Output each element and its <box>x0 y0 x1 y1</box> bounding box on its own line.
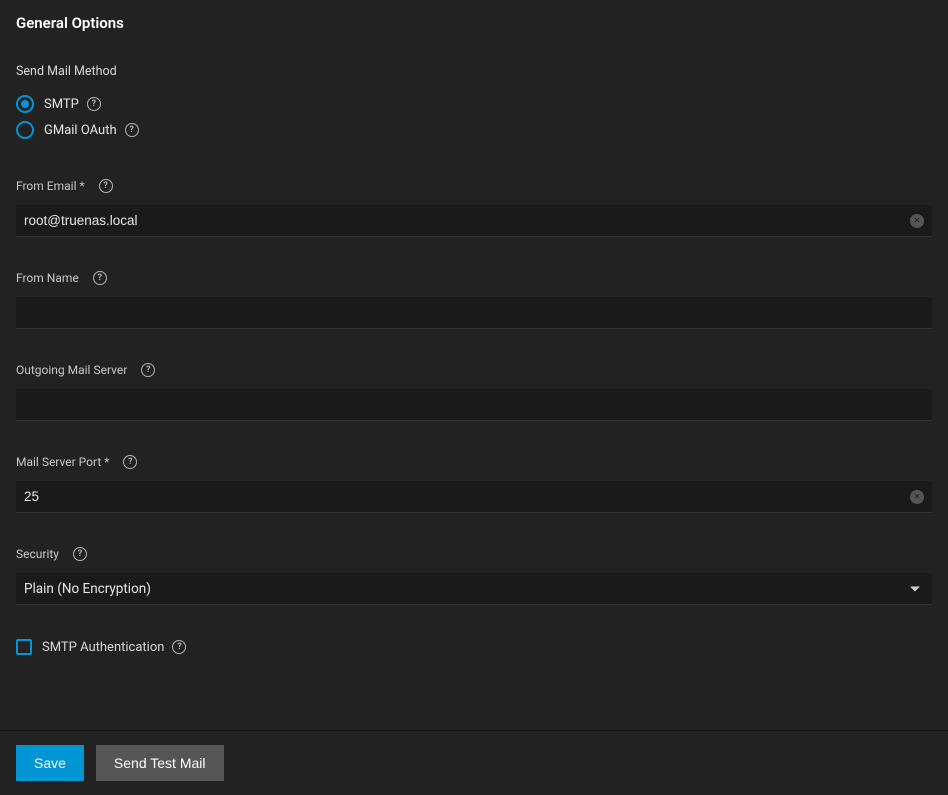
footer: Save Send Test Mail <box>0 730 948 795</box>
clear-icon[interactable] <box>910 214 924 228</box>
radio-icon <box>16 95 34 113</box>
from-email-input[interactable] <box>16 205 932 237</box>
help-icon[interactable] <box>93 271 107 285</box>
page-title: General Options <box>16 14 932 32</box>
help-icon[interactable] <box>99 179 113 193</box>
send-method-group: SMTP GMail OAuth <box>16 91 932 143</box>
radio-icon <box>16 121 34 139</box>
chevron-down-icon <box>910 587 920 592</box>
outgoing-server-label: Outgoing Mail Server <box>16 363 127 377</box>
port-field: Mail Server Port * <box>16 455 932 513</box>
send-test-mail-button[interactable]: Send Test Mail <box>96 745 224 781</box>
send-method-label: Send Mail Method <box>16 64 932 79</box>
radio-smtp[interactable]: SMTP <box>16 91 932 117</box>
help-icon[interactable] <box>123 455 137 469</box>
security-field: Security Plain (No Encryption) <box>16 547 932 605</box>
smtp-auth-label: SMTP Authentication <box>42 640 164 655</box>
help-icon[interactable] <box>141 363 155 377</box>
save-button[interactable]: Save <box>16 745 84 781</box>
from-email-label: From Email * <box>16 179 85 193</box>
security-select[interactable]: Plain (No Encryption) <box>16 573 932 605</box>
radio-smtp-label: SMTP <box>44 97 79 112</box>
from-name-input[interactable] <box>16 297 932 329</box>
from-name-field: From Name <box>16 271 932 329</box>
help-icon[interactable] <box>125 123 139 137</box>
port-input[interactable] <box>16 481 932 513</box>
from-name-label: From Name <box>16 271 79 285</box>
radio-gmail-oauth[interactable]: GMail OAuth <box>16 117 932 143</box>
from-email-field: From Email * <box>16 179 932 237</box>
smtp-auth-checkbox[interactable] <box>16 639 32 655</box>
clear-icon[interactable] <box>910 490 924 504</box>
smtp-auth-row: SMTP Authentication <box>16 639 932 655</box>
radio-gmail-label: GMail OAuth <box>44 123 117 138</box>
help-icon[interactable] <box>172 640 186 654</box>
port-label: Mail Server Port * <box>16 455 109 469</box>
help-icon[interactable] <box>87 97 101 111</box>
outgoing-server-input[interactable] <box>16 389 932 421</box>
outgoing-server-field: Outgoing Mail Server <box>16 363 932 421</box>
help-icon[interactable] <box>73 547 87 561</box>
security-label: Security <box>16 547 59 561</box>
